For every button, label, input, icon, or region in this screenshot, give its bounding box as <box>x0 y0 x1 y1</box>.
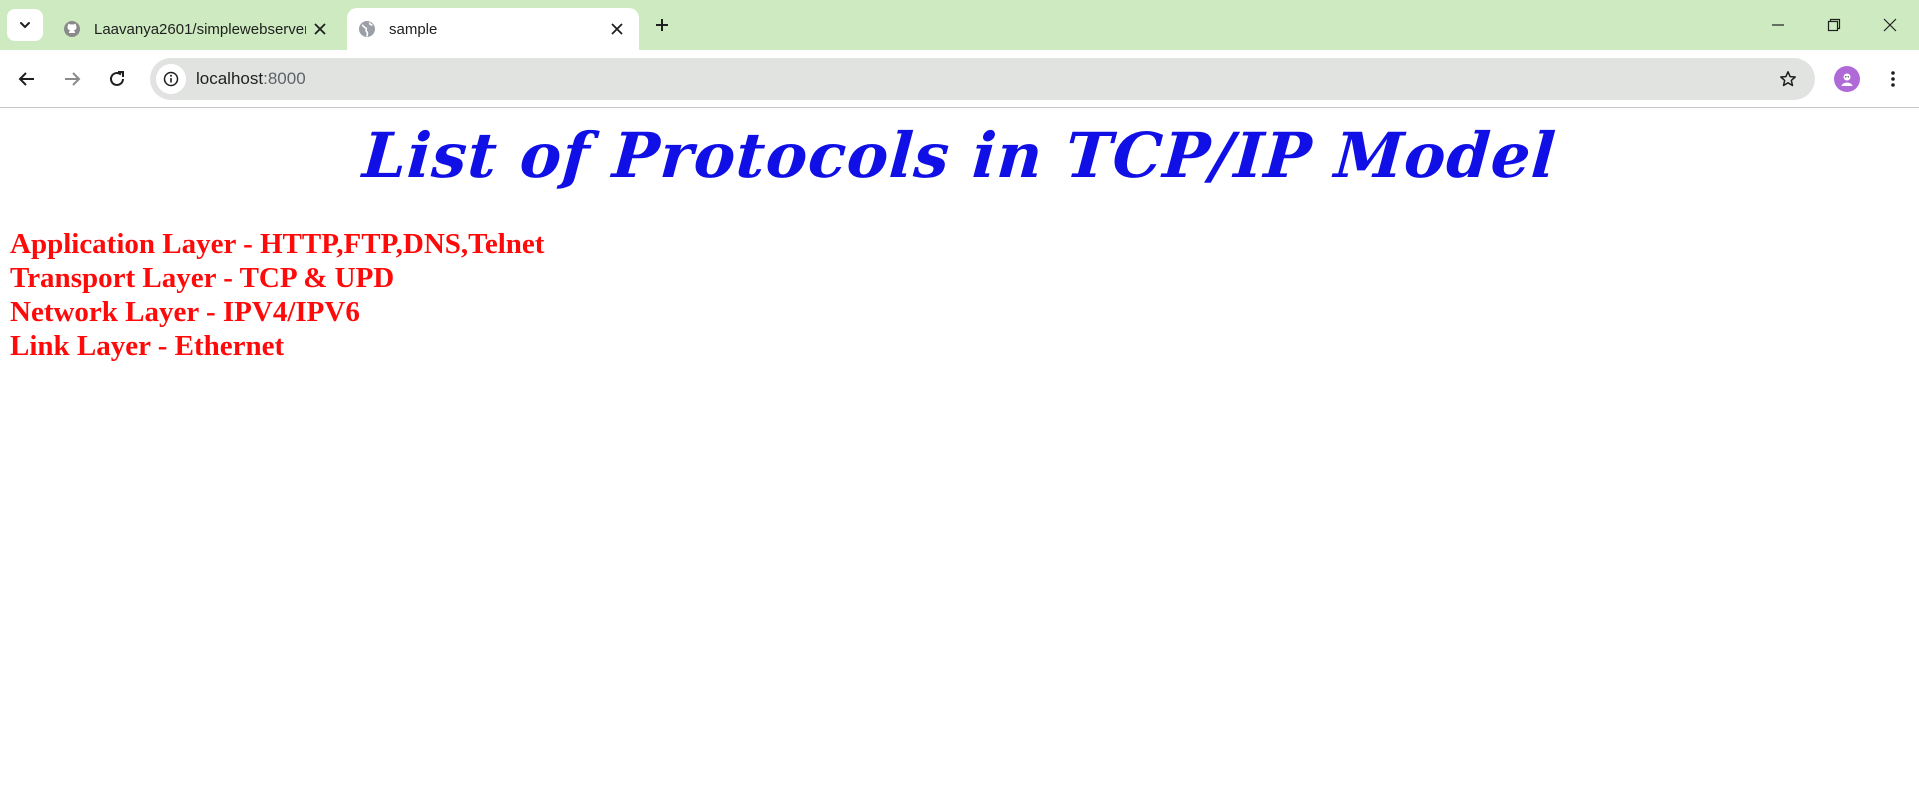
page-content: List of Protocols in TCP/IP Model Applic… <box>0 109 1919 806</box>
restore-button[interactable] <box>1806 0 1862 50</box>
profile-avatar-icon[interactable] <box>1834 66 1860 92</box>
minimize-icon <box>1772 24 1784 26</box>
tab-search-button[interactable] <box>7 9 43 41</box>
new-tab-button[interactable] <box>648 11 676 39</box>
tab-title: Laavanya2601/simplewebserver <box>94 20 306 38</box>
minimize-button[interactable] <box>1750 0 1806 50</box>
bookmark-star-icon[interactable] <box>1771 62 1805 96</box>
reload-button[interactable] <box>100 62 134 96</box>
list-item: Network Layer - IPV4/IPV6 <box>10 296 360 328</box>
reload-icon <box>110 71 124 86</box>
url-port: :8000 <box>263 69 306 88</box>
arrow-right-icon <box>65 72 81 86</box>
list-item: Application Layer - HTTP,FTP,DNS,Telnet <box>10 228 545 260</box>
tab-title: sample <box>389 20 438 38</box>
close-icon <box>1883 18 1897 32</box>
close-tab-icon[interactable] <box>306 15 334 43</box>
browser-menu-button[interactable] <box>1876 62 1910 96</box>
restore-icon <box>1827 18 1841 32</box>
address-url[interactable]: localhost:8000 <box>196 69 1771 89</box>
list-item: Link Layer - Ethernet <box>10 330 285 362</box>
arrow-left-icon <box>18 72 34 86</box>
github-icon <box>62 19 82 39</box>
close-window-button[interactable] <box>1862 0 1918 50</box>
forward-button[interactable] <box>55 62 89 96</box>
address-bar[interactable]: localhost:8000 <box>150 58 1815 100</box>
chevron-down-icon <box>20 22 30 29</box>
plus-icon <box>656 19 668 31</box>
url-host: localhost <box>196 69 264 88</box>
page-heading: List of Protocols in TCP/IP Model <box>360 119 1559 192</box>
site-info-icon[interactable] <box>156 64 186 94</box>
browser-toolbar: localhost:8000 <box>0 50 1919 108</box>
more-vertical-icon <box>1891 71 1895 87</box>
back-button[interactable] <box>10 62 44 96</box>
tab-strip: Laavanya2601/simplewebserver sample <box>0 0 1919 50</box>
close-tab-icon[interactable] <box>603 15 631 43</box>
protocol-list: Application Layer - HTTP,FTP,DNS,Telnet … <box>10 227 544 363</box>
list-item: Transport Layer - TCP & UPD <box>10 262 395 294</box>
tab-sample[interactable]: sample <box>347 8 639 50</box>
globe-icon <box>357 19 377 39</box>
tab-github[interactable]: Laavanya2601/simplewebserver <box>52 8 342 50</box>
